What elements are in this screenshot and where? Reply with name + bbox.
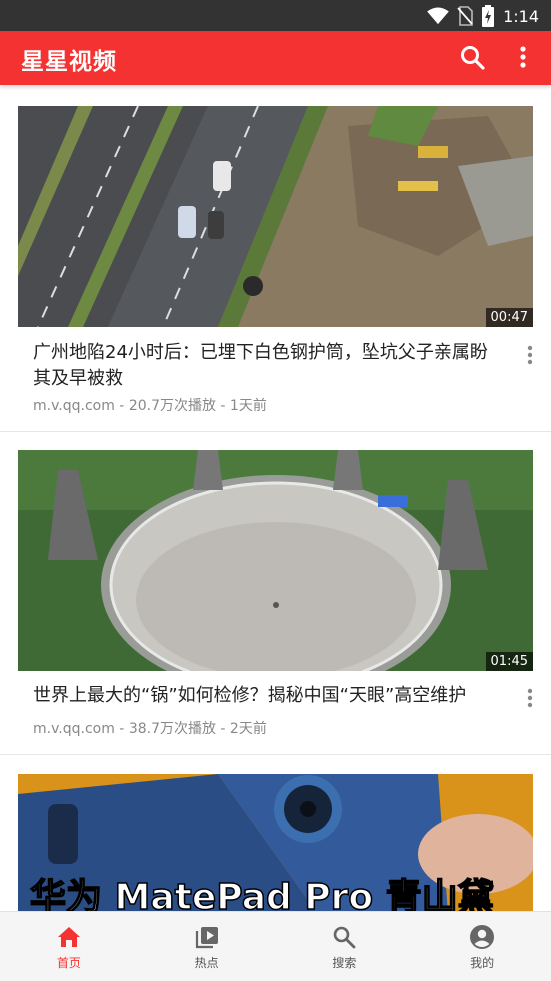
video-card[interactable]: 01:45 世界上最大的“锅”如何检修？揭秘中国“天眼”高空维护 m.v.qq.… (0, 432, 551, 755)
more-vert-icon[interactable] (510, 43, 536, 73)
more-vert-icon[interactable] (518, 684, 542, 712)
status-bar: 1:14 (0, 0, 551, 31)
nav-item-home[interactable]: 首页 (0, 912, 138, 981)
video-thumbnail[interactable]: 华为 MatePad Pro 青山黛 (18, 774, 533, 911)
status-time: 1:14 (503, 6, 539, 26)
video-meta: m.v.qq.com - 20.7万次播放 - 1天前 (33, 398, 267, 414)
nav-label: 我的 (470, 956, 495, 970)
nav-label: 首页 (56, 956, 81, 970)
huawei-phone-image: 华为 MatePad Pro 青山黛 (18, 774, 533, 911)
bottom-nav: 首页 热点 搜索 我的 (0, 911, 551, 981)
no-sim-icon (457, 6, 473, 26)
video-thumbnail[interactable]: 00:47 (18, 106, 533, 327)
video-duration: 01:45 (485, 652, 533, 671)
video-feed[interactable]: 00:47 广州地陷24小时后：已埋下白色钢护筒，坠坑父子亲属盼其及早被救 m.… (0, 85, 551, 911)
aerial-road-construction-image (18, 106, 533, 327)
fast-telescope-image (18, 450, 533, 671)
video-duration: 00:47 (485, 308, 533, 327)
home-icon (57, 927, 80, 947)
video-library-icon (195, 927, 218, 949)
video-thumbnail[interactable]: 01:45 (18, 450, 533, 671)
nav-item-search[interactable]: 搜索 (276, 912, 414, 981)
nav-label: 热点 (194, 956, 219, 970)
nav-item-profile[interactable]: 我的 (413, 912, 551, 981)
account-icon (470, 925, 495, 949)
video-overlay-text: 华为 MatePad Pro 青山黛 (30, 877, 494, 911)
video-title[interactable]: 世界上最大的“锅”如何检修？揭秘中国“天眼”高空维护 (33, 683, 498, 709)
app-title: 星星视频 (21, 49, 117, 75)
more-vert-icon[interactable] (518, 341, 542, 369)
video-meta: m.v.qq.com - 38.7万次播放 - 2天前 (33, 721, 267, 737)
battery-charging-icon (482, 5, 495, 27)
status-icons: 1:14 (427, 5, 539, 27)
video-card[interactable]: 00:47 广州地陷24小时后：已埋下白色钢护筒，坠坑父子亲属盼其及早被救 m.… (0, 85, 551, 432)
search-icon (334, 926, 356, 949)
nav-item-hot[interactable]: 热点 (138, 912, 276, 981)
search-icon[interactable] (458, 43, 488, 73)
wifi-icon (427, 7, 449, 25)
nav-label: 搜索 (332, 956, 357, 970)
video-title[interactable]: 广州地陷24小时后：已埋下白色钢护筒，坠坑父子亲属盼其及早被救 (33, 340, 498, 392)
app-bar: 星星视频 (0, 31, 551, 85)
video-card[interactable]: 华为 MatePad Pro 青山黛 (0, 755, 551, 911)
